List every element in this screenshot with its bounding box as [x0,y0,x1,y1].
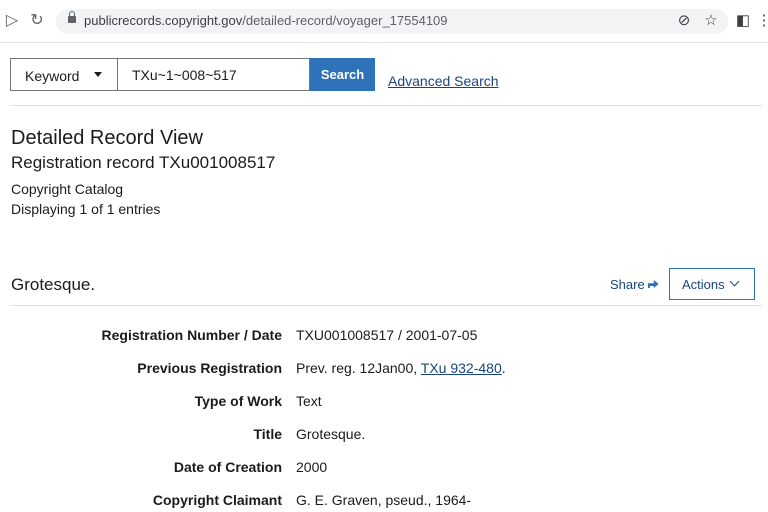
divider [10,105,762,106]
record-title: Grotesque. [11,275,96,294]
search-button[interactable]: Search [310,58,375,91]
page-title: Detailed Record View [11,127,203,149]
share-arrow-icon [647,280,659,288]
catalog-name: Copyright Catalog [11,181,124,197]
divider [10,305,762,306]
share-link[interactable]: Share [610,277,659,292]
field-value: Grotesque. [296,426,366,442]
field-label: Type of Work [194,393,282,409]
actions-label: Actions [682,277,725,292]
actions-button[interactable]: Actions [669,268,755,300]
field-label: Previous Registration [137,360,282,376]
field-value: 2000 [296,459,328,475]
chevron-down-icon [729,276,740,287]
star-icon[interactable]: ☆ [701,11,721,31]
eye-off-icon[interactable]: ⊘ [674,11,694,31]
search-input[interactable] [118,58,310,91]
url-text[interactable]: publicrecords.copyright.gov/detailed-rec… [84,13,448,28]
field-label: Date of Creation [173,459,282,475]
browser-toolbar: ▷ ↻ publicrecords.copyright.gov/detailed… [0,0,768,43]
field-label: Title [253,426,282,442]
reload-icon[interactable]: ↻ [27,11,47,31]
forward-icon[interactable]: ▷ [2,11,22,31]
search-type-select[interactable]: Keyword [10,58,118,91]
kebab-menu-icon[interactable]: ⋮ [754,11,768,31]
page-subtitle: Registration record TXu001008517 [11,153,276,172]
caret-down-icon [94,72,102,77]
field-value: TXU001008517 / 2001-07-05 [296,327,478,343]
field-value: G. E. Graven, pseud., 1964- [296,492,472,508]
previous-registration-link[interactable]: TXu 932-480 [421,360,502,376]
field-value-text: Prev. reg. 12Jan00, [296,360,421,376]
sidebar-panel-icon[interactable]: ◧ [733,11,753,31]
field-label: Copyright Claimant [152,492,282,508]
field-label: Registration Number / Date [101,327,282,343]
address-bar[interactable]: publicrecords.copyright.gov/detailed-rec… [56,9,728,34]
field-value: Text [296,393,322,409]
search-type-value: Keyword [25,68,80,84]
advanced-search-link[interactable]: Advanced Search [388,73,499,89]
field-value: Prev. reg. 12Jan00, TXu 932-480. [296,360,506,376]
lock-icon[interactable] [68,11,76,23]
results-count: Displaying 1 of 1 entries [11,201,161,217]
share-label: Share [610,277,645,292]
field-value-text: . [501,360,506,376]
